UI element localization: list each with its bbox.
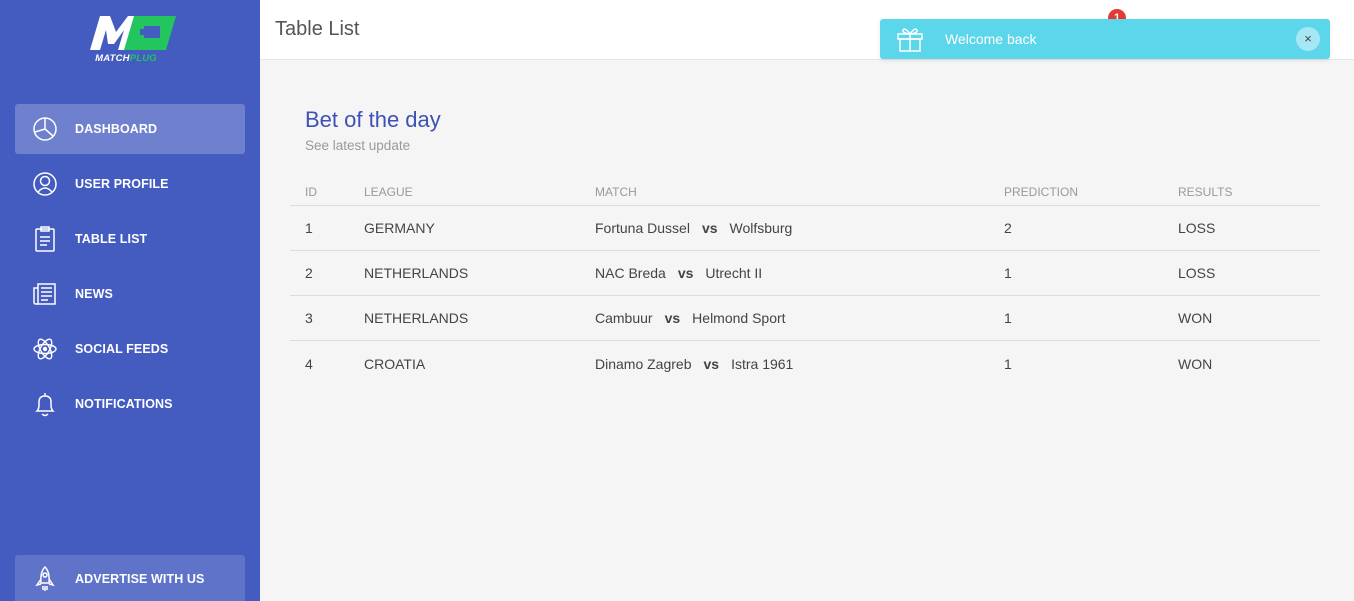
page-title: Table List [275,18,360,40]
home-team: NAC Breda [595,265,666,281]
away-team: Helmond Sport [692,310,786,326]
sidebar-item-label: NEWS [75,287,113,301]
cell-prediction: 1 [1004,310,1012,326]
bets-table: ID LEAGUE MATCH PREDICTION RESULTS 1 GER… [290,178,1320,386]
sidebar-item-label: USER PROFILE [75,177,169,191]
vs-label: vs [664,310,681,326]
sidebar-item-dashboard[interactable]: DASHBOARD [15,104,245,154]
rocket-icon [31,565,59,593]
table-header: ID LEAGUE MATCH PREDICTION RESULTS [290,178,1320,206]
cell-id: 3 [305,310,313,326]
cell-prediction: 1 [1004,265,1012,281]
advertise-label: ADVERTISE WITH US [75,572,205,586]
cell-league: GERMANY [364,220,435,236]
table-row: 1 GERMANY Fortuna Dussel vs Wolfsburg 2 LO… [290,206,1320,251]
clipboard-icon [31,225,59,253]
sidebar-item-user-profile[interactable]: USER PROFILE [15,159,245,209]
advertise-button[interactable]: ADVERTISE WITH US [15,555,245,601]
cell-match: Fortuna Dussel vs Wolfsburg [595,220,1004,236]
sidebar-item-label: NOTIFICATIONS [75,397,173,411]
home-team: Dinamo Zagreb [595,355,692,372]
toast-message: Welcome back [945,31,1037,47]
sidebar-item-notifications[interactable]: NOTIFICATIONS [15,379,245,429]
cell-prediction: 2 [1004,220,1012,236]
cell-id: 2 [305,265,313,281]
sidebar-item-table-list[interactable]: TABLE LIST [15,214,245,264]
sidebar-item-social-feeds[interactable]: SOCIAL FEEDS [15,324,245,374]
cell-id: 1 [305,220,313,236]
sidebar-item-label: SOCIAL FEEDS [75,342,169,356]
vs-label: vs [701,220,718,236]
table-row: 3 NETHERLANDS Cambuur vs Helmond Sport 1 W… [290,296,1320,341]
cell-match: Cambuur vs Helmond Sport [595,310,1004,326]
header-league: LEAGUE [364,184,413,199]
cell-result: WON [1178,355,1213,372]
sidebar-item-news[interactable]: NEWS [15,269,245,319]
newspaper-icon [31,280,59,308]
cell-prediction: 1 [1004,355,1012,372]
cell-id: 4 [305,355,313,372]
card-title: Bet of the day [305,107,441,132]
header-prediction: PREDICTION [1004,184,1079,199]
home-team: Cambuur [595,310,653,326]
sidebar-item-label: DASHBOARD [75,122,158,136]
cell-result: LOSS [1178,265,1216,281]
vs-label: vs [703,355,720,372]
away-team: Istra 1961 [731,355,794,372]
header-results: RESULTS [1178,184,1233,199]
header-id: ID [305,184,317,199]
sidebar-item-label: TABLE LIST [75,232,148,246]
gift-icon [897,28,923,52]
cell-league: CROATIA [364,355,426,372]
table-row: 2 NETHERLANDS NAC Breda vs Utrecht II 1 LO… [290,251,1320,296]
sidebar-nav: DASHBOARD USER PROFILE TABLE LIST NEWS S… [15,104,245,434]
brand-name: MATCHPLUG [84,53,168,64]
away-team: Wolfsburg [729,220,793,236]
cell-result: LOSS [1178,220,1216,236]
user-icon [31,170,59,198]
cell-league: NETHERLANDS [364,265,469,281]
cell-league: NETHERLANDS [364,310,469,326]
brand-name-match: MATCH [95,53,130,64]
toast-close-button[interactable]: × [1296,27,1320,51]
card-subtitle: See latest update [305,138,411,153]
bell-icon [31,390,59,418]
atom-icon [31,335,59,363]
welcome-toast: Welcome back × [880,19,1330,59]
chart-pie-icon [31,115,59,143]
sidebar: MATCHPLUG DASHBOARD USER PROFILE TABLE L… [0,0,260,601]
vs-label: vs [677,265,694,281]
cell-match: Dinamo Zagreb vs Istra 1961 [595,356,1004,372]
cell-result: WON [1178,310,1213,326]
cell-match: NAC Breda vs Utrecht II [595,265,1004,281]
away-team: Utrecht II [705,265,763,281]
header-match: MATCH [595,184,637,199]
table-row: 4 CROATIA Dinamo Zagreb vs Istra 1961 1 WO… [290,341,1320,386]
home-team: Fortuna Dussel [595,220,690,236]
brand-name-plug: PLUG [129,53,157,64]
